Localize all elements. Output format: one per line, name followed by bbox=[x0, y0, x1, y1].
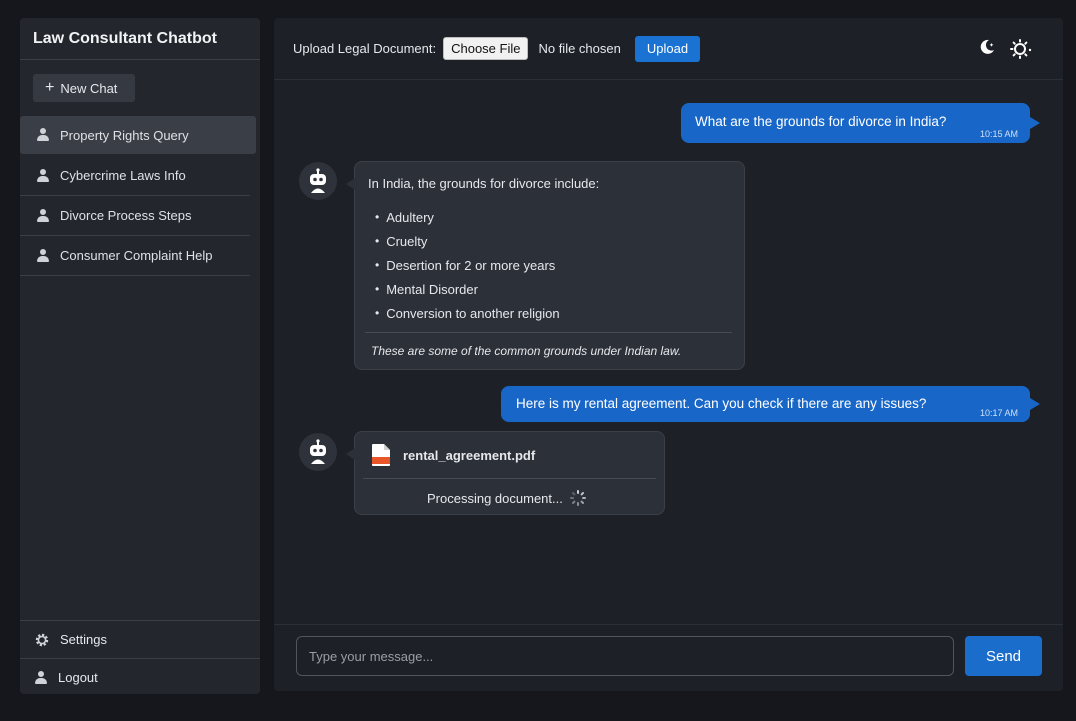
sidebar-item-consumer-complaint[interactable]: Consumer Complaint Help bbox=[20, 236, 250, 276]
user-message: Here is my rental agreement. Can you che… bbox=[501, 386, 1040, 422]
settings-label: Settings bbox=[60, 632, 107, 647]
list-item: Conversion to another religion bbox=[375, 301, 559, 325]
message-text: What are the grounds for divorce in Indi… bbox=[695, 114, 947, 129]
bot-message: In India, the grounds for divorce includ… bbox=[346, 161, 745, 370]
list-item: Cruelty bbox=[375, 229, 560, 253]
sidebar-item-label: Divorce Process Steps bbox=[60, 208, 192, 223]
user-icon bbox=[36, 128, 50, 142]
file-attachment[interactable]: rental_agreement.pdf bbox=[372, 444, 535, 466]
choose-file-button[interactable]: Choose File bbox=[443, 37, 529, 60]
message-input[interactable] bbox=[296, 636, 954, 676]
new-chat-button[interactable]: + New Chat bbox=[33, 74, 135, 102]
chat-panel: Upload Legal Document: Choose File No fi… bbox=[274, 18, 1063, 691]
bot-note-text: These are some of the common grounds und… bbox=[371, 344, 682, 358]
spinner-icon bbox=[569, 490, 586, 506]
upload-bar: Upload Legal Document: Choose File No fi… bbox=[274, 18, 1063, 80]
processing-status: Processing document... bbox=[427, 489, 587, 507]
list-item: Desertion for 2 or more years bbox=[375, 253, 560, 277]
user-message: What are the grounds for divorce in Indi… bbox=[681, 103, 1040, 143]
message-timestamp: 10:15 AM bbox=[979, 129, 1018, 139]
send-button[interactable]: Send bbox=[965, 636, 1042, 676]
message-text: Here is my rental agreement. Can you che… bbox=[516, 396, 927, 411]
sidebar-item-label: Consumer Complaint Help bbox=[60, 248, 213, 263]
logout-button[interactable]: Logout bbox=[20, 658, 260, 694]
sidebar-item-property-rights[interactable]: Property Rights Query bbox=[20, 116, 256, 154]
processing-text: Processing document... bbox=[427, 490, 563, 506]
sidebar: Law Consultant Chatbot + New Chat Proper… bbox=[20, 18, 260, 694]
logout-label: Logout bbox=[58, 670, 98, 685]
file-message: rental_agreement.pdf Processing document… bbox=[346, 431, 665, 515]
user-icon bbox=[36, 168, 50, 183]
app-title: Law Consultant Chatbot bbox=[20, 18, 260, 60]
new-chat-label: New Chat bbox=[60, 80, 118, 96]
moon-icon[interactable] bbox=[978, 38, 996, 56]
upload-label: Upload Legal Document: bbox=[293, 41, 437, 56]
chat-history-list: Property Rights Query Cybercrime Laws In… bbox=[20, 116, 260, 276]
sidebar-item-divorce[interactable]: Divorce Process Steps bbox=[20, 196, 250, 236]
file-status-text: No file chosen bbox=[538, 41, 621, 56]
upload-button[interactable]: Upload bbox=[634, 35, 701, 62]
divider bbox=[365, 332, 732, 333]
plus-icon: + bbox=[45, 79, 55, 96]
sidebar-item-cybercrime[interactable]: Cybercrime Laws Info bbox=[20, 156, 250, 196]
sun-icon[interactable] bbox=[1010, 38, 1032, 60]
robot-icon bbox=[310, 439, 326, 464]
sidebar-item-label: Property Rights Query bbox=[60, 127, 189, 143]
robot-icon bbox=[310, 168, 326, 193]
list-item: Adultery bbox=[375, 205, 560, 229]
pdf-file-icon bbox=[372, 444, 390, 466]
grounds-list: Adultery Cruelty Desertion for 2 or more… bbox=[375, 205, 560, 325]
gear-icon bbox=[35, 633, 49, 646]
sidebar-footer: Settings Logout bbox=[20, 620, 260, 694]
settings-button[interactable]: Settings bbox=[20, 620, 260, 658]
user-icon bbox=[36, 208, 50, 223]
user-icon bbox=[36, 248, 50, 263]
user-icon bbox=[34, 670, 48, 685]
message-timestamp: 10:17 AM bbox=[979, 408, 1018, 418]
divider bbox=[363, 478, 656, 479]
composer: Send bbox=[274, 624, 1063, 691]
bot-intro-text: In India, the grounds for divorce includ… bbox=[368, 176, 600, 191]
list-item: Mental Disorder bbox=[375, 277, 560, 301]
bot-avatar bbox=[299, 433, 337, 471]
bot-avatar bbox=[299, 162, 337, 200]
file-name: rental_agreement.pdf bbox=[403, 447, 536, 463]
sidebar-item-label: Cybercrime Laws Info bbox=[60, 168, 186, 183]
